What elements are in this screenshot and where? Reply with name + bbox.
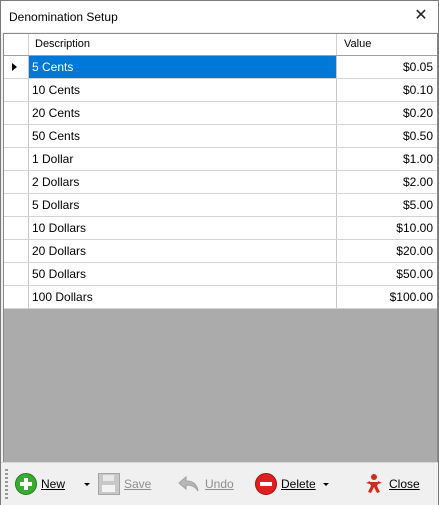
table-row[interactable]: 10 Cents $0.10 xyxy=(4,79,437,102)
delete-dropdown-chevron-icon[interactable] xyxy=(323,483,329,486)
description-cell[interactable]: 1 Dollar xyxy=(29,148,337,170)
row-header[interactable] xyxy=(4,263,29,285)
value-cell[interactable]: $2.00 xyxy=(337,171,437,193)
description-cell[interactable]: 10 Dollars xyxy=(29,217,337,239)
save-button-label: Save xyxy=(124,477,152,491)
row-header-corner xyxy=(4,34,29,55)
value-cell[interactable]: $0.05 xyxy=(337,56,437,78)
description-cell[interactable]: 100 Dollars xyxy=(29,286,337,308)
denomination-setup-window: Denomination Setup ✕ Description Value 5… xyxy=(0,0,439,505)
undo-button-label: Undo xyxy=(205,477,234,491)
column-header-value[interactable]: Value xyxy=(337,34,437,55)
description-cell[interactable]: 5 Cents xyxy=(29,56,337,78)
denomination-grid[interactable]: Description Value 5 Cents $0.05 10 Cents $0… xyxy=(3,33,438,463)
description-cell[interactable]: 20 Dollars xyxy=(29,240,337,262)
row-header[interactable] xyxy=(4,286,29,308)
table-row[interactable]: 50 Dollars $50.00 xyxy=(4,263,437,286)
table-row[interactable]: 5 Cents $0.05 xyxy=(4,56,437,79)
value-cell[interactable]: $10.00 xyxy=(337,217,437,239)
floppy-disk-icon xyxy=(98,473,120,495)
title-bar: Denomination Setup ✕ xyxy=(1,1,438,32)
row-header[interactable] xyxy=(4,102,29,124)
toolbar-grip[interactable] xyxy=(5,469,8,499)
description-cell[interactable]: 5 Dollars xyxy=(29,194,337,216)
value-cell[interactable]: $0.20 xyxy=(337,102,437,124)
remove-icon xyxy=(255,473,277,495)
value-cell[interactable]: $0.10 xyxy=(337,79,437,101)
grid-rows: 5 Cents $0.05 10 Cents $0.10 20 Cents $0.20 50… xyxy=(4,56,437,309)
description-cell[interactable]: 20 Cents xyxy=(29,102,337,124)
new-button-label: New xyxy=(41,477,66,491)
new-button[interactable]: New xyxy=(15,471,65,497)
table-row[interactable]: 5 Dollars $5.00 xyxy=(4,194,437,217)
table-row[interactable]: 20 Dollars $20.00 xyxy=(4,240,437,263)
row-header[interactable] xyxy=(4,125,29,147)
row-header[interactable] xyxy=(4,217,29,239)
row-header[interactable] xyxy=(4,148,29,170)
description-cell[interactable]: 50 Dollars xyxy=(29,263,337,285)
table-row[interactable]: 50 Cents $0.50 xyxy=(4,125,437,148)
description-cell[interactable]: 50 Cents xyxy=(29,125,337,147)
table-row[interactable]: 2 Dollars $2.00 xyxy=(4,171,437,194)
delete-button[interactable]: Delete xyxy=(255,471,316,497)
column-header-description[interactable]: Description xyxy=(29,34,337,55)
value-cell[interactable]: $20.00 xyxy=(337,240,437,262)
current-row-arrow-icon xyxy=(12,63,17,71)
row-header[interactable] xyxy=(4,171,29,193)
table-row[interactable]: 20 Cents $0.20 xyxy=(4,102,437,125)
value-cell[interactable]: $1.00 xyxy=(337,148,437,170)
delete-button-label: Delete xyxy=(281,477,316,491)
table-row[interactable]: 10 Dollars $10.00 xyxy=(4,217,437,240)
close-icon[interactable]: ✕ xyxy=(412,7,430,25)
new-dropdown-chevron-icon[interactable] xyxy=(84,483,90,486)
undo-button[interactable]: Undo xyxy=(177,471,234,497)
close-button[interactable]: Close xyxy=(363,471,420,497)
add-icon xyxy=(15,473,37,495)
exit-person-icon xyxy=(363,473,385,495)
value-cell[interactable]: $5.00 xyxy=(337,194,437,216)
undo-arrow-icon xyxy=(177,474,201,494)
window-title: Denomination Setup xyxy=(9,10,118,24)
table-row[interactable]: 1 Dollar $1.00 xyxy=(4,148,437,171)
row-header[interactable] xyxy=(4,194,29,216)
toolbar: New Save Undo Delete Close xyxy=(1,462,438,505)
table-row[interactable]: 100 Dollars $100.00 xyxy=(4,286,437,309)
value-cell[interactable]: $0.50 xyxy=(337,125,437,147)
grid-header: Description Value xyxy=(4,34,437,56)
value-cell[interactable]: $100.00 xyxy=(337,286,437,308)
close-button-label: Close xyxy=(389,477,420,491)
description-cell[interactable]: 2 Dollars xyxy=(29,171,337,193)
value-cell[interactable]: $50.00 xyxy=(337,263,437,285)
row-header[interactable] xyxy=(4,240,29,262)
row-header[interactable] xyxy=(4,79,29,101)
description-cell[interactable]: 10 Cents xyxy=(29,79,337,101)
save-button[interactable]: Save xyxy=(98,471,151,497)
row-header[interactable] xyxy=(4,56,29,78)
